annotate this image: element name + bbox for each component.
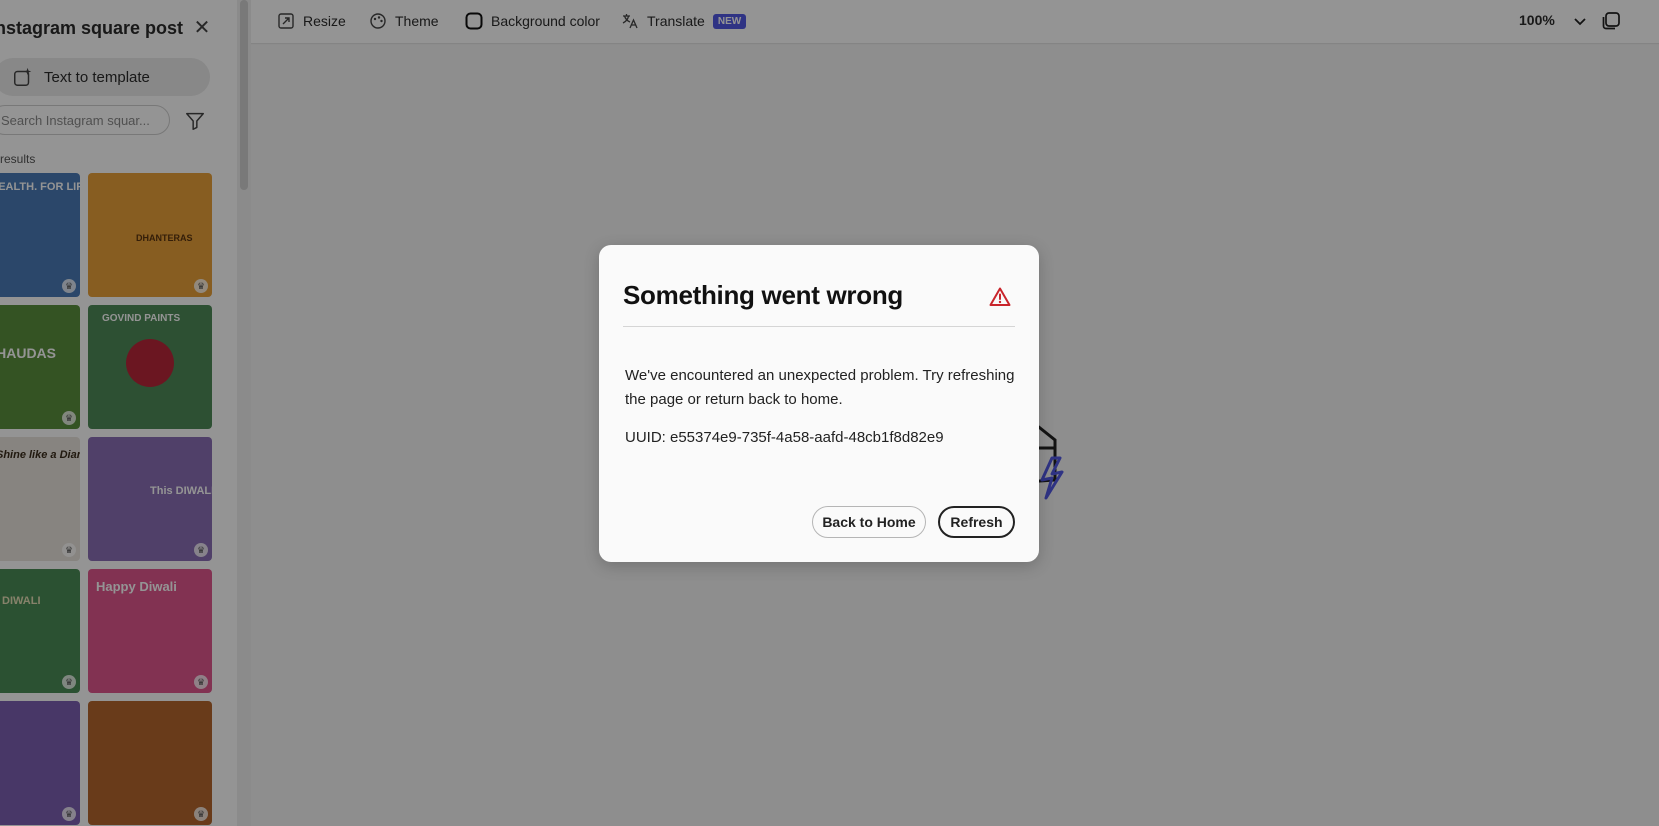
dialog-title: Something went wrong [623, 280, 903, 310]
back-to-home-button[interactable]: Back to Home [812, 506, 926, 538]
error-uuid: UUID: e55374e9-735f-4a58-aafd-48cb1f8d82… [625, 429, 944, 446]
dialog-message: We've encountered an unexpected problem.… [625, 367, 1015, 408]
dialog-divider [623, 326, 1015, 327]
error-dialog: Something went wrong We've encountered a… [599, 245, 1039, 562]
refresh-button[interactable]: Refresh [938, 506, 1015, 538]
alert-icon [989, 287, 1011, 306]
